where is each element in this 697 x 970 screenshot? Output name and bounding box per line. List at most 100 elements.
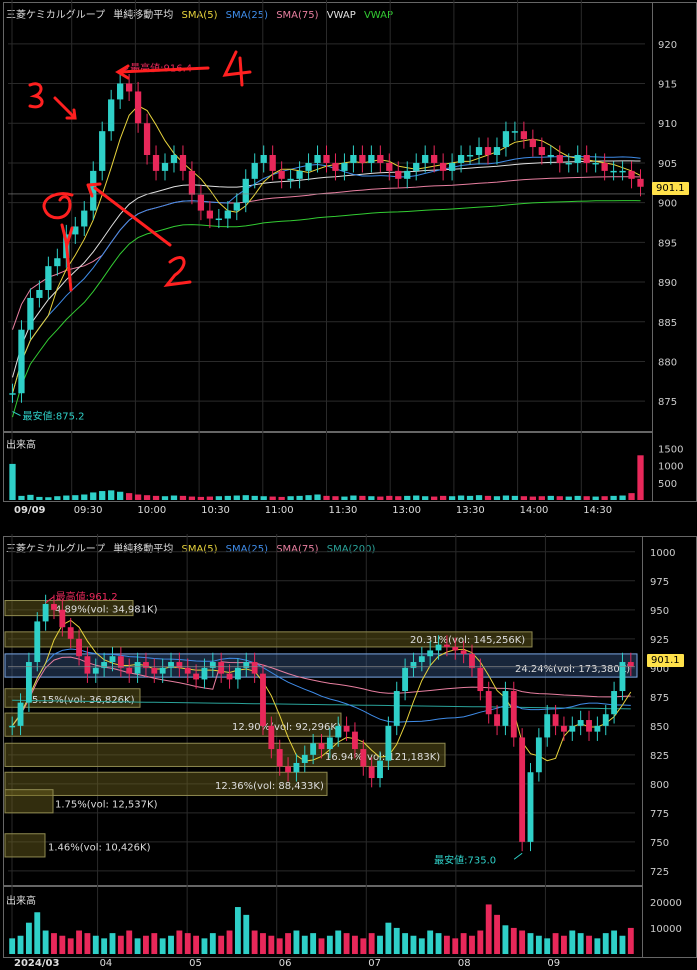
volume-tick-label: 20000	[650, 898, 682, 909]
volume-bar	[301, 935, 308, 954]
candle	[179, 155, 187, 171]
volume-bar	[547, 495, 554, 500]
candle	[484, 147, 492, 155]
volume-bar	[184, 933, 191, 954]
candle	[466, 155, 474, 157]
volume-bar	[475, 495, 483, 500]
volume-bar	[510, 927, 517, 954]
candle	[143, 662, 149, 668]
candle	[335, 725, 342, 738]
pv-label: 12.36%(vol: 88,433K)	[215, 781, 324, 792]
volume-bar	[519, 930, 526, 954]
candle	[134, 662, 141, 674]
volume-bar	[569, 930, 576, 954]
x-tick-label: 14:30	[583, 505, 612, 516]
candle	[176, 662, 183, 668]
volume-bar	[552, 933, 559, 954]
volume-bar	[457, 495, 465, 500]
intraday-last-price-tag: 901.1	[652, 182, 689, 195]
y-tick-label: 885	[658, 318, 677, 329]
candle	[161, 162, 169, 171]
intraday-panel: 三菱ケミカルグループ 単純移動平均 SMA(5) SMA(25) SMA(75)…	[0, 0, 697, 520]
volume-bar	[627, 927, 634, 954]
volume-bar	[610, 495, 617, 500]
volume-bar	[343, 933, 350, 954]
volume-bar	[285, 933, 291, 954]
volume-bar	[201, 938, 208, 954]
candle	[45, 266, 52, 290]
daily-chart: 7257507758008258508759009259509751000202…	[4, 534, 682, 969]
volume-bar	[59, 935, 66, 954]
volume-bar	[602, 933, 609, 954]
volume-bar	[101, 938, 108, 954]
volume-bar	[341, 496, 348, 500]
y-tick-label: 775	[650, 809, 669, 820]
candle	[502, 691, 509, 726]
candle	[27, 297, 34, 330]
y-tick-label: 890	[658, 278, 677, 289]
candle	[460, 650, 467, 654]
candle	[117, 83, 124, 100]
volume-bar	[628, 493, 635, 500]
y-tick-label: 875	[658, 397, 677, 408]
volume-bar	[350, 495, 357, 500]
volume-bar	[427, 930, 434, 954]
volume-bar	[583, 496, 590, 500]
volume-bar	[520, 496, 528, 500]
low-label: 最安値:735.0	[434, 853, 496, 866]
candle	[108, 99, 115, 132]
candle	[637, 178, 644, 187]
volume-bar	[435, 933, 442, 954]
x-tick-label: 10:00	[137, 505, 166, 516]
pv-label: 4.89%(vol: 34,981K)	[55, 605, 158, 616]
volume-bar	[151, 933, 158, 954]
volume-bar	[27, 494, 34, 500]
candle	[402, 667, 409, 692]
volume-bar	[234, 907, 241, 954]
volume-bar	[206, 496, 214, 500]
candle	[477, 667, 484, 692]
x-tick-label: 09/09	[14, 505, 46, 516]
volume-bar	[511, 495, 519, 500]
volume-bar	[439, 495, 447, 500]
annotation-circle	[42, 192, 74, 220]
candle	[511, 131, 519, 133]
volume-bar	[168, 935, 174, 954]
candle	[18, 329, 25, 394]
candle	[377, 760, 383, 779]
intraday-volume-title: 出来高	[6, 440, 36, 451]
candle	[452, 646, 459, 651]
candle	[583, 155, 590, 163]
volume-bar	[36, 496, 43, 500]
x-tick-label: 13:00	[392, 505, 421, 516]
volume-bar	[224, 495, 231, 500]
volume-bar	[99, 491, 106, 500]
candle	[314, 155, 321, 163]
volume-bar	[251, 930, 258, 954]
volume-bar	[544, 938, 551, 954]
candle	[594, 725, 601, 732]
volume-bar	[431, 496, 438, 500]
candle	[393, 691, 400, 726]
volume-bar	[484, 495, 492, 500]
candle	[565, 162, 572, 165]
daily-last-price-tag: 901.1	[647, 654, 684, 667]
x-tick-label: 14:00	[520, 505, 549, 516]
volume-bar	[25, 922, 32, 954]
candle	[485, 691, 492, 715]
candle	[17, 702, 24, 726]
candle	[350, 155, 357, 163]
y-tick-label: 975	[650, 577, 669, 588]
candle	[242, 178, 249, 203]
volume-bar	[197, 496, 205, 500]
volume-bar	[233, 495, 240, 500]
volume-bar	[502, 925, 509, 954]
volume-bar	[561, 935, 567, 954]
volume-bar	[565, 496, 572, 500]
volume-bar	[469, 935, 475, 954]
candle	[410, 662, 417, 668]
volume-bar	[109, 933, 116, 954]
volume-bar	[535, 935, 542, 954]
candle	[538, 147, 545, 155]
volume-bar	[18, 495, 25, 500]
